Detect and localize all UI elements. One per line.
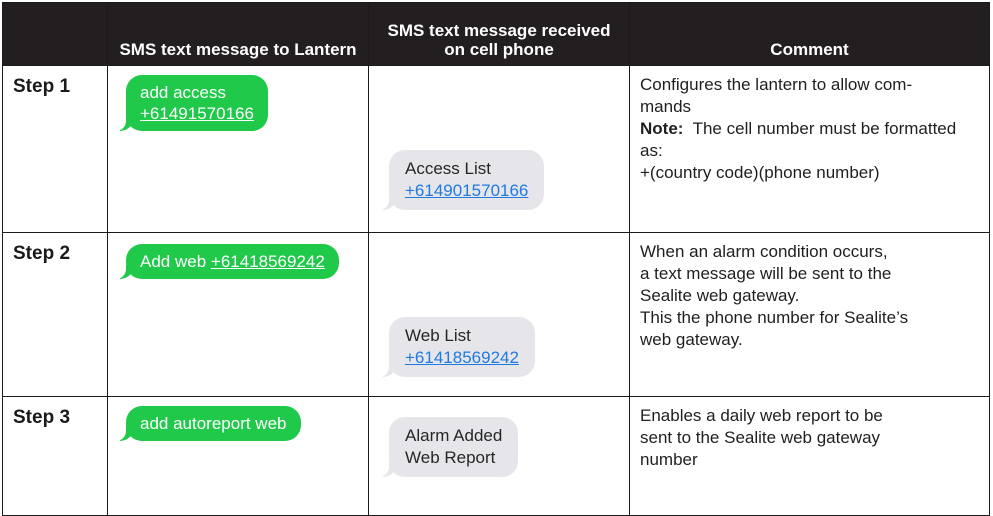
- received-message-bubble: Web List +61418569242: [379, 317, 535, 377]
- sent-phone-number[interactable]: +61491570166: [140, 103, 254, 124]
- received-phone-number[interactable]: +61418569242: [405, 347, 519, 369]
- comment-line: mands: [640, 97, 692, 116]
- table-row: Step 2 Add web +61418569242 Web List +61…: [2, 232, 990, 397]
- comment-line: number: [640, 450, 698, 469]
- header-row: SMS text message to Lantern SMS text mes…: [2, 2, 990, 66]
- sms-command-table: SMS text message to Lantern SMS text mes…: [2, 2, 990, 516]
- received-message-text: Alarm Added: [405, 426, 503, 445]
- table-row: Step 1 add access +61491570166 Access Li…: [2, 65, 990, 233]
- received-message-text: Access List: [405, 159, 491, 178]
- comment-cell: Configures the lantern to allow com- man…: [629, 65, 990, 233]
- step-label: Step 1: [2, 65, 108, 233]
- comment-line: This the phone number for Sealite’s: [640, 308, 909, 327]
- sent-message-text: add autoreport web: [140, 414, 287, 433]
- received-message-text: Web List: [405, 326, 471, 345]
- step-label: Step 3: [2, 396, 108, 516]
- received-phone-number[interactable]: +614901570166: [405, 180, 528, 202]
- sent-message-text: add access: [140, 83, 226, 102]
- sent-cell: Add web +61418569242: [107, 232, 369, 397]
- header-received: SMS text message received on cell phone: [368, 2, 630, 66]
- note-text: The cell number must be formatted as:: [640, 119, 957, 160]
- comment-cell: When an alarm condition occurs, a text m…: [629, 232, 990, 397]
- comment-line: Sealite web gateway.: [640, 286, 800, 305]
- received-cell: Web List +61418569242: [368, 232, 630, 397]
- comment-line: +(country code)(phone number): [640, 163, 880, 182]
- comment-line: Enables a daily web report to be: [640, 406, 883, 425]
- header-comment: Comment: [629, 2, 990, 66]
- comment-line: When an alarm condition occurs,: [640, 242, 888, 261]
- header-step: [2, 2, 108, 66]
- note-label: Note:: [640, 119, 684, 138]
- sent-cell: add access +61491570166: [107, 65, 369, 233]
- sent-message-bubble: add access +61491570166: [116, 75, 268, 131]
- step-label: Step 2: [2, 232, 108, 397]
- sent-message-text: Add web: [140, 252, 207, 271]
- comment-line: a text message will be sent to the: [640, 264, 892, 283]
- sent-cell: add autoreport web: [107, 396, 369, 516]
- received-message-text: Web Report: [405, 448, 496, 467]
- comment-line: sent to the Sealite web gateway: [640, 428, 881, 447]
- received-cell: Access List +614901570166: [368, 65, 630, 233]
- sent-phone-number[interactable]: +61418569242: [211, 252, 325, 271]
- table-header: SMS text message to Lantern SMS text mes…: [2, 2, 990, 66]
- comment-cell: Enables a daily web report to be sent to…: [629, 396, 990, 516]
- comment-line: web gateway.: [640, 330, 743, 349]
- comment-line: Configures the lantern to allow com-: [640, 75, 913, 94]
- header-to-lantern: SMS text message to Lantern: [107, 2, 369, 66]
- comment-note: Note: The cell number must be formatted …: [640, 118, 977, 162]
- received-message-bubble: Access List +614901570166: [378, 150, 545, 210]
- received-cell: Alarm Added Web Report: [368, 396, 630, 516]
- sent-message-bubble: Add web +61418569242: [116, 244, 339, 279]
- received-message-bubble: Alarm Added Web Report: [378, 417, 519, 477]
- table-row: Step 3 add autoreport web Alarm Added We…: [2, 396, 990, 516]
- sent-message-bubble: add autoreport web: [116, 406, 301, 441]
